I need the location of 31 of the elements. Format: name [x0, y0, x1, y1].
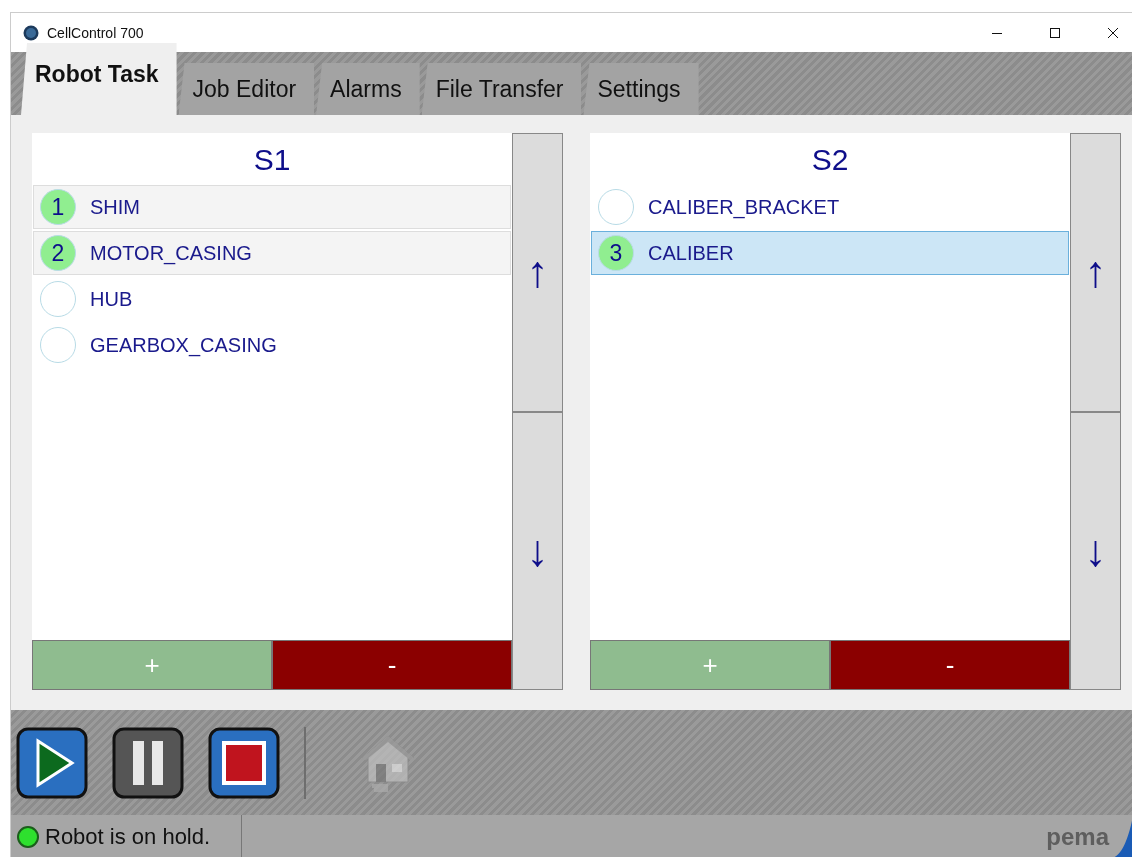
job-item[interactable]: 2 MOTOR_CASING — [33, 231, 511, 275]
window-title: CellControl 700 — [47, 24, 144, 41]
app-icon — [23, 24, 39, 41]
job-item[interactable]: HUB — [33, 277, 511, 321]
tab[interactable]: Robot Task — [21, 43, 177, 115]
station-title: S1 — [252, 142, 292, 178]
move-up-button[interactable]: ↑ — [512, 133, 563, 412]
tab[interactable]: Settings — [583, 63, 699, 115]
remove-button[interactable]: - — [272, 640, 512, 690]
close-icon[interactable] — [1107, 26, 1119, 39]
job-item[interactable]: 1 SHIM — [33, 185, 511, 229]
tab[interactable]: Alarms — [316, 63, 420, 115]
status-text: Robot is on hold. — [45, 823, 211, 850]
job-item[interactable]: GEARBOX_CASING — [33, 323, 511, 367]
play-button[interactable] — [16, 726, 88, 799]
pause-button[interactable] — [112, 726, 184, 799]
stop-button[interactable] — [208, 726, 280, 799]
logo: pema — [1046, 822, 1109, 851]
order-number: 1 — [40, 189, 76, 225]
order-number: 3 — [598, 235, 634, 271]
remove-button[interactable]: - — [830, 640, 1070, 690]
tab[interactable]: File Transfer — [421, 63, 582, 115]
job-item[interactable]: CALIBER_BRACKET — [591, 185, 1069, 229]
move-down-button[interactable]: ↓ — [1070, 411, 1121, 690]
tab[interactable]: Job Editor — [178, 63, 315, 115]
order-number: 2 — [40, 235, 76, 271]
station-title: S2 — [810, 142, 850, 178]
move-up-button[interactable]: ↑ — [1070, 133, 1121, 412]
job-item[interactable]: 3 CALIBER — [591, 231, 1069, 275]
move-down-button[interactable]: ↓ — [512, 411, 563, 690]
maximize-icon[interactable] — [1049, 26, 1061, 39]
